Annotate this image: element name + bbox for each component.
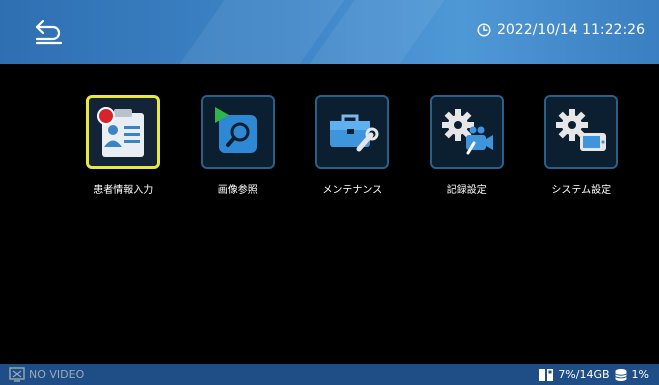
system-settings-icon	[556, 109, 607, 151]
menu-item-label: 記録設定	[446, 185, 487, 196]
return-arrow-icon	[35, 19, 63, 45]
menu-item-maintenance[interactable]: メンテナンス	[295, 95, 410, 196]
video-status: NO VIDEO	[9, 366, 85, 383]
menu-item-label: システム設定	[551, 185, 612, 196]
status-bar: NO VIDEO 7%/14GB 1%	[0, 364, 659, 385]
datetime-text: 2022/10/14 11:22:26	[496, 22, 645, 38]
disk-usage-text: 1%	[631, 368, 649, 381]
database-icon	[614, 368, 627, 381]
video-input-icon	[9, 366, 25, 382]
menu-item-system-settings[interactable]: システム設定	[524, 95, 639, 196]
recording-settings-icon	[441, 109, 493, 155]
main-menu: 患者情報入力 画像参照 メンテナンス 記録設定 システム設定	[66, 95, 639, 196]
storage-usage-text: 7%/14GB	[558, 368, 610, 381]
menu-item-tile	[315, 95, 390, 169]
clock-icon	[477, 23, 491, 37]
menu-item-patient-info[interactable]: 患者情報入力	[66, 95, 181, 196]
menu-item-tile	[544, 95, 619, 169]
patient-info-icon	[97, 107, 145, 157]
menu-item-tile	[200, 95, 275, 169]
video-status-text: NO VIDEO	[29, 368, 85, 381]
storage-status: 7%/14GB 1%	[538, 364, 649, 385]
menu-item-recording-settings[interactable]: 記録設定	[410, 95, 525, 196]
storage-icon	[539, 368, 554, 381]
clock: 2022/10/14 11:22:26	[477, 22, 645, 38]
menu-item-label: 画像参照	[217, 185, 258, 196]
menu-item-image-reference[interactable]: 画像参照	[181, 95, 296, 196]
toolbox-icon	[330, 114, 379, 152]
back-button[interactable]	[28, 14, 68, 50]
menu-item-tile	[86, 95, 161, 169]
menu-item-label: メンテナンス	[322, 185, 383, 196]
image-search-icon	[214, 107, 257, 153]
header-bar: 2022/10/14 11:22:26	[0, 0, 659, 64]
menu-item-label: 患者情報入力	[93, 185, 154, 196]
menu-item-tile	[429, 95, 504, 169]
